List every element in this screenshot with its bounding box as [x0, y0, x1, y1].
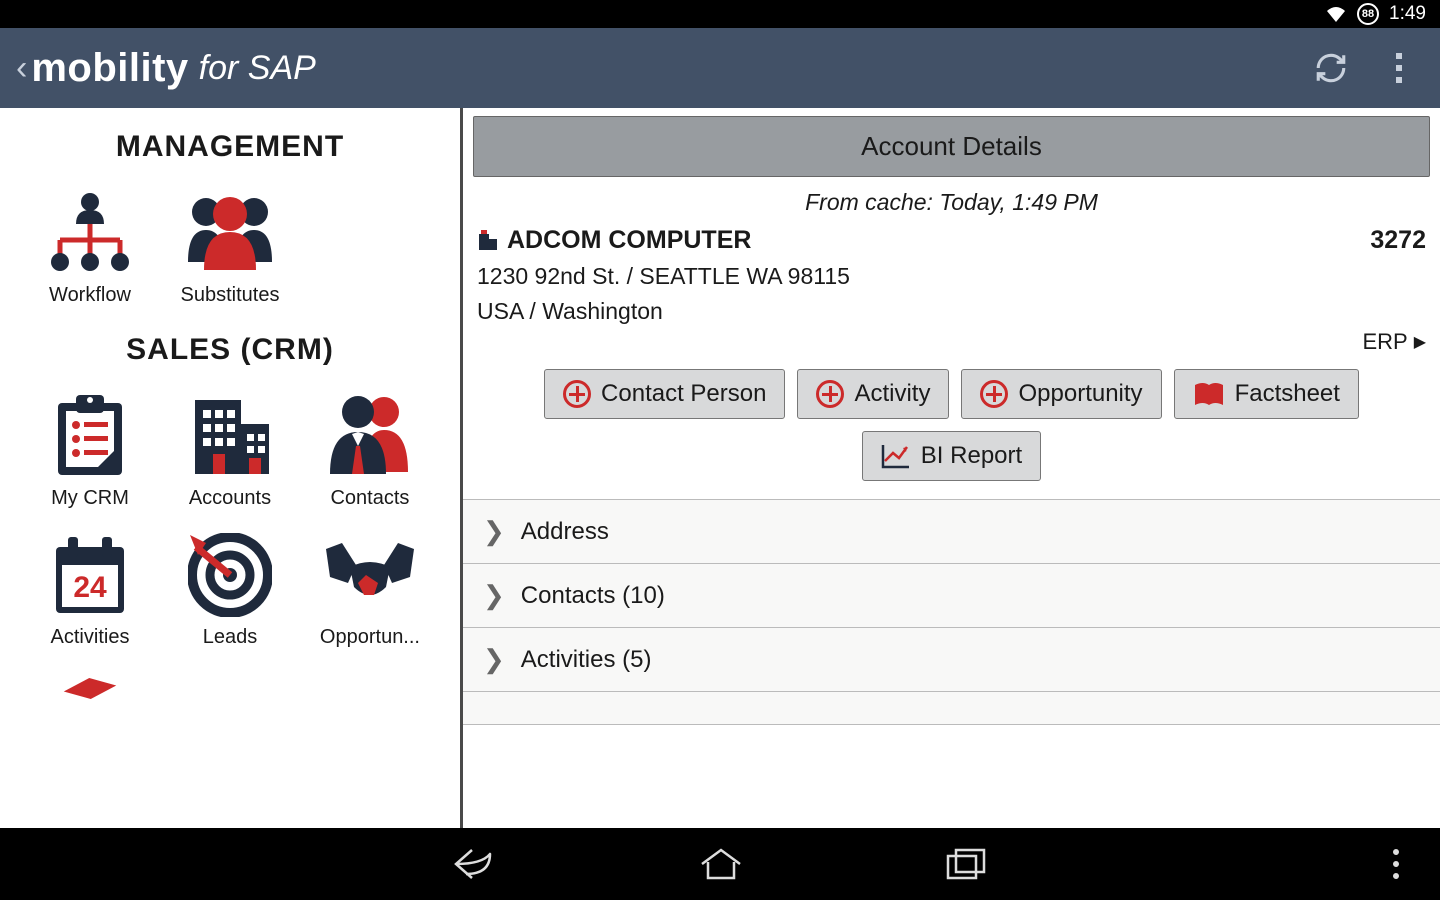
sidebar-item-label: Accounts: [164, 487, 296, 510]
cache-info: From cache: Today, 1:49 PM: [463, 189, 1440, 216]
accordion-label: Contacts (10): [521, 582, 665, 610]
accordion: ❯ Address ❯ Contacts (10) ❯ Activities (…: [463, 499, 1440, 828]
chevron-right-icon: ❯: [483, 644, 505, 675]
sidebar-item-substitutes[interactable]: Substitutes: [160, 182, 300, 321]
accordion-label: Activities (5): [521, 646, 652, 674]
plus-icon: [563, 380, 591, 408]
chevron-right-icon: ❯: [483, 516, 505, 547]
erp-link[interactable]: ERP▶: [463, 325, 1440, 355]
accordion-item-partial[interactable]: [463, 691, 1440, 725]
building-icon: [164, 391, 296, 481]
sales-crm-grid: My CRM: [20, 385, 440, 663]
account-address-line2: USA / Washington: [463, 290, 1440, 325]
sidebar-item-label: Activities: [24, 626, 156, 649]
factsheet-button[interactable]: Factsheet: [1174, 369, 1359, 419]
app-subtitle: for SAP: [199, 49, 316, 88]
extra-row: [20, 663, 440, 705]
sidebar-item-label: My CRM: [24, 487, 156, 510]
sidebar-item-contacts[interactable]: Contacts: [300, 385, 440, 524]
detail-pane: Account Details From cache: Today, 1:49 …: [463, 108, 1440, 828]
clock: 1:49: [1389, 3, 1426, 25]
account-id: 3272: [1370, 226, 1426, 255]
bi-report-button[interactable]: BI Report: [862, 431, 1041, 481]
book-icon: [24, 669, 156, 699]
workflow-icon: [24, 188, 156, 278]
triangle-right-icon: ▶: [1414, 332, 1426, 352]
accordion-item-activities[interactable]: ❯ Activities (5): [463, 627, 1440, 691]
sidebar-item-leads[interactable]: Leads: [160, 524, 300, 663]
book-open-icon: [1193, 381, 1225, 407]
clipboard-icon: [24, 391, 156, 481]
account-header-row: ADCOM COMPUTER 3272: [463, 222, 1440, 255]
building-small-icon: [477, 230, 499, 252]
add-activity-button[interactable]: Activity: [797, 369, 949, 419]
action-buttons: Contact Person Activity Opportunity Fact…: [463, 355, 1440, 499]
sidebar-item-workflow[interactable]: Workflow: [20, 182, 160, 321]
sidebar: MANAGEMENT: [0, 108, 460, 828]
people-icon: [304, 391, 436, 481]
chart-icon: [881, 443, 911, 469]
android-nav-bar: [0, 828, 1440, 900]
wifi-icon: [1325, 5, 1347, 23]
sidebar-item-my-crm[interactable]: My CRM: [20, 385, 160, 524]
sidebar-item-label: Opportun...: [304, 626, 436, 649]
target-icon: [164, 530, 296, 620]
plus-icon: [816, 380, 844, 408]
account-address-line1: 1230 92nd St. / SEATTLE WA 98115: [463, 255, 1440, 290]
handshake-icon: [304, 530, 436, 620]
section-title-management: MANAGEMENT: [20, 130, 440, 164]
management-grid: Workflow Substitutes: [20, 182, 440, 321]
sidebar-item-activities[interactable]: 24 Activities: [20, 524, 160, 663]
sidebar-item-label: Leads: [164, 626, 296, 649]
accordion-item-contacts[interactable]: ❯ Contacts (10): [463, 563, 1440, 627]
android-status-bar: 88 1:49: [0, 0, 1440, 28]
sidebar-item-label: Substitutes: [164, 284, 296, 307]
battery-icon: 88: [1357, 3, 1379, 25]
detail-header: Account Details: [473, 116, 1430, 177]
nav-recent-icon[interactable]: [944, 846, 988, 882]
sidebar-item-accounts[interactable]: Accounts: [160, 385, 300, 524]
svg-text:24: 24: [73, 571, 107, 604]
chevron-right-icon: ❯: [483, 580, 505, 611]
add-contact-person-button[interactable]: Contact Person: [544, 369, 785, 419]
back-icon[interactable]: ‹: [16, 49, 27, 88]
account-name: ADCOM COMPUTER: [507, 226, 751, 255]
sidebar-item-partial[interactable]: [20, 663, 160, 705]
accordion-item-address[interactable]: ❯ Address: [463, 499, 1440, 563]
sidebar-item-label: Contacts: [304, 487, 436, 510]
section-title-sales-crm: SALES (CRM): [20, 333, 440, 367]
calendar-icon: 24: [24, 530, 156, 620]
add-opportunity-button[interactable]: Opportunity: [961, 369, 1161, 419]
accordion-label: Address: [521, 518, 609, 546]
nav-home-icon[interactable]: [698, 846, 744, 882]
substitutes-icon: [164, 188, 296, 278]
refresh-icon[interactable]: [1306, 43, 1356, 93]
app-bar: ‹ mobility for SAP: [0, 28, 1440, 108]
nav-back-icon[interactable]: [452, 844, 498, 884]
plus-icon: [980, 380, 1008, 408]
sidebar-item-opportunities[interactable]: Opportun...: [300, 524, 440, 663]
nav-overflow-icon[interactable]: [1392, 847, 1400, 881]
sidebar-item-label: Workflow: [24, 284, 156, 307]
overflow-menu-icon[interactable]: [1374, 43, 1424, 93]
app-title: mobility: [31, 46, 188, 91]
content-area: MANAGEMENT: [0, 108, 1440, 828]
